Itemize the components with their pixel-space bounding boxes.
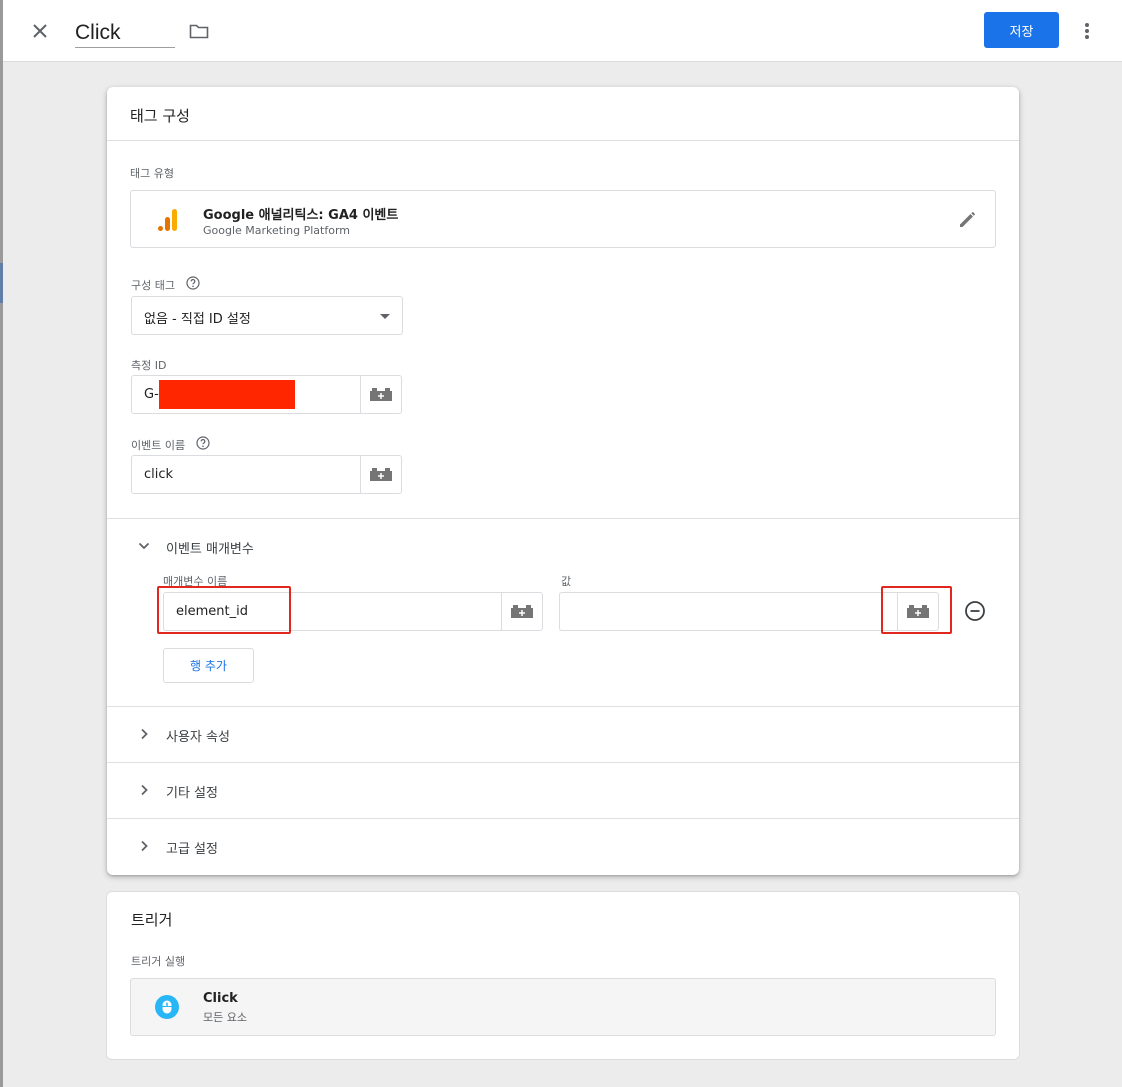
- tag-config-title: 태그 구성: [130, 107, 190, 125]
- param-value-label: 값: [561, 575, 572, 588]
- tag-type-label: 태그 유형: [130, 167, 174, 180]
- advanced-settings-section-toggle[interactable]: 고급 설정: [107, 819, 1019, 874]
- param-value-input[interactable]: [560, 593, 898, 630]
- add-row-button[interactable]: 행 추가: [163, 648, 254, 683]
- tag-type-name: Google 애널리틱스: GA4 이벤트: [203, 208, 399, 223]
- other-settings-title: 기타 설정: [166, 786, 218, 801]
- divider: [107, 140, 1019, 141]
- user-properties-title: 사용자 속성: [166, 730, 230, 745]
- config-tag-select[interactable]: 없음 - 직접 ID 설정: [131, 296, 403, 335]
- help-circle-icon[interactable]: [186, 276, 200, 290]
- param-name-label: 매개변수 이름: [163, 575, 228, 588]
- help-circle-icon[interactable]: [196, 436, 210, 450]
- param-name-input[interactable]: [164, 593, 502, 630]
- chevron-down-icon: [138, 542, 150, 550]
- trigger-name: Click: [203, 991, 238, 1006]
- config-tag-value: 없음 - 직접 ID 설정: [144, 312, 251, 327]
- remove-circle-icon[interactable]: [964, 600, 986, 622]
- tag-type-selector[interactable]: Google 애널리틱스: GA4 이벤트 Google Marketing P…: [130, 190, 996, 248]
- save-button[interactable]: 저장: [984, 12, 1059, 48]
- top-bar: 저장: [3, 0, 1122, 62]
- param-name-field: [163, 592, 543, 631]
- config-tag-label: 구성 태그: [131, 279, 175, 292]
- trigger-title: 트리거: [131, 911, 173, 929]
- event-params-title: 이벤트 매개변수: [166, 542, 254, 557]
- variable-brick-icon[interactable]: [360, 456, 401, 493]
- mouse-icon: [155, 995, 179, 1019]
- chevron-right-icon: [141, 840, 148, 852]
- trigger-scope: 모든 요소: [203, 1011, 247, 1024]
- event-params-section-toggle[interactable]: 이벤트 매개변수: [107, 519, 1019, 574]
- left-window-edge: [0, 0, 3, 1087]
- close-icon[interactable]: [27, 18, 53, 44]
- chevron-right-icon: [141, 728, 148, 740]
- trigger-item[interactable]: Click 모든 요소: [130, 978, 996, 1036]
- variable-brick-icon[interactable]: [360, 376, 401, 413]
- tag-name-input[interactable]: [75, 18, 175, 48]
- advanced-settings-title: 고급 설정: [166, 842, 218, 857]
- event-name-label: 이벤트 이름: [131, 439, 186, 452]
- trigger-card[interactable]: 트리거 트리거 실행 Click 모든 요소: [106, 891, 1020, 1060]
- variable-brick-icon[interactable]: [897, 593, 938, 630]
- tag-config-card: 태그 구성 태그 유형 Google 애널리틱스: GA4 이벤트 Google…: [107, 87, 1019, 875]
- variable-brick-icon[interactable]: [501, 593, 542, 630]
- redaction-block: [159, 380, 295, 409]
- event-name-field: [131, 455, 402, 494]
- other-settings-section-toggle[interactable]: 기타 설정: [107, 763, 1019, 818]
- pencil-icon[interactable]: [957, 208, 979, 230]
- param-value-field: [559, 592, 939, 631]
- folder-icon[interactable]: [187, 19, 211, 43]
- trigger-firing-label: 트리거 실행: [131, 955, 186, 968]
- user-properties-section-toggle[interactable]: 사용자 속성: [107, 707, 1019, 762]
- tag-type-platform: Google Marketing Platform: [203, 224, 350, 237]
- edge-accent: [0, 263, 3, 303]
- analytics-icon: [157, 208, 179, 232]
- chevron-down-icon: [380, 314, 390, 319]
- event-name-input[interactable]: [132, 456, 361, 493]
- more-vert-icon[interactable]: [1076, 19, 1098, 43]
- chevron-right-icon: [141, 784, 148, 796]
- measurement-id-field: [131, 375, 402, 414]
- measurement-id-label: 측정 ID: [131, 359, 167, 372]
